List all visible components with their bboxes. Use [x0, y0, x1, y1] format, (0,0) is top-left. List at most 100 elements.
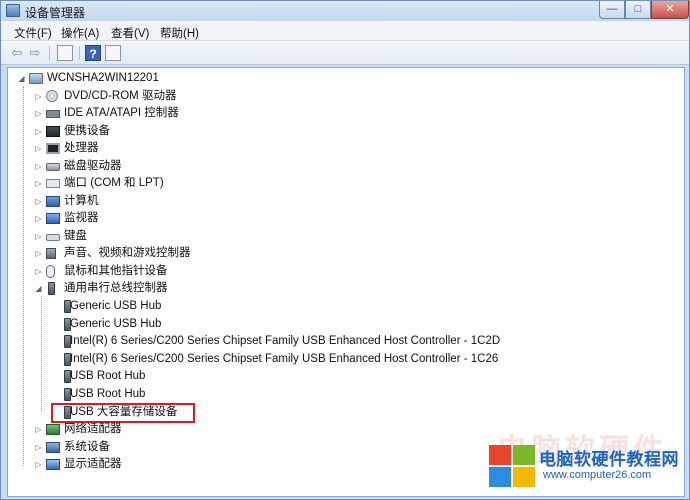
tree-item-label: 网络适配器: [64, 423, 122, 435]
tree-item-hdd[interactable]: ▷ 磁盘驱动器: [34, 158, 434, 175]
tree-root-label: WCNSHA2WIN12201: [47, 72, 159, 84]
expand-toggle-icon[interactable]: ▷: [34, 123, 43, 140]
tree-item-ide[interactable]: ▷ IDE ATA/ATAPI 控制器: [34, 105, 434, 122]
ide-icon: [46, 110, 60, 118]
tree-item-usb-device[interactable]: USB Root Hub: [50, 368, 670, 385]
tree-item-cpu[interactable]: ▷ 处理器: [34, 140, 434, 157]
usb-icon: [48, 282, 55, 295]
tree-item-usb-device[interactable]: Generic USB Hub: [50, 298, 670, 315]
title-bar[interactable]: 设备管理器 — □ ✕: [1, 1, 689, 21]
port-icon: [46, 179, 60, 188]
expand-toggle-icon[interactable]: ▷: [34, 439, 43, 456]
tree-item-label: 系统设备: [64, 441, 110, 453]
menu-help[interactable]: 帮助(H): [160, 25, 199, 41]
expand-toggle-icon[interactable]: ▷: [34, 456, 43, 473]
menu-file[interactable]: 文件(F): [14, 25, 52, 41]
toolbar-separator: [49, 46, 50, 60]
tree-item-label: 通用串行总线控制器: [64, 282, 168, 294]
computer-icon: [29, 73, 43, 84]
logo-red-square: [489, 445, 511, 465]
portable-icon: [46, 126, 60, 137]
tree-item-label: Generic USB Hub: [70, 318, 162, 330]
expand-toggle-icon[interactable]: ▷: [34, 421, 43, 438]
disc-icon: [46, 90, 58, 102]
tree-item-label: 鼠标和其他指针设备: [64, 265, 168, 277]
watermark-url: www.computer26.com: [543, 469, 652, 481]
expand-toggle-icon[interactable]: ◢: [17, 70, 26, 87]
tree-guide-line: [23, 86, 24, 466]
watermark-title: 电脑软硬件教程网: [539, 450, 679, 469]
tree-root[interactable]: ◢ WCNSHA2WIN12201: [17, 70, 217, 87]
tree-item-usb-device[interactable]: USB Root Hub: [50, 386, 670, 403]
expand-toggle-icon[interactable]: ▷: [34, 88, 43, 105]
tree-item-label: USB Root Hub: [70, 370, 146, 382]
minimize-button[interactable]: —: [599, 1, 625, 19]
window-title: 设备管理器: [25, 6, 86, 20]
logo-blue-square: [489, 467, 511, 487]
tree-item-mouse[interactable]: ▷ 鼠标和其他指针设备: [34, 263, 434, 280]
expand-toggle-icon[interactable]: ◢: [34, 280, 43, 297]
maximize-button[interactable]: □: [625, 1, 651, 19]
watermark: 电脑软硬件 电脑软硬件教程网 www.computer26.com: [487, 434, 687, 493]
toolbar: ⇦ ⇨ ?: [1, 41, 689, 65]
menu-bar: 文件(F) 操作(A) 查看(V) 帮助(H): [1, 21, 689, 41]
tree-item-label: Intel(R) 6 Series/C200 Series Chipset Fa…: [70, 353, 499, 365]
menu-view[interactable]: 查看(V): [111, 25, 149, 41]
expand-toggle-icon[interactable]: ▷: [34, 175, 43, 192]
tree-item-label: 显示适配器: [64, 458, 122, 470]
monitor-icon: [46, 213, 60, 224]
tree-item-label: Intel(R) 6 Series/C200 Series Chipset Fa…: [70, 335, 501, 347]
expand-toggle-icon[interactable]: ▷: [34, 263, 43, 280]
highlight-box: [51, 403, 195, 423]
tree-item-network[interactable]: ▷ 网络适配器: [34, 421, 434, 438]
tree-item-portable[interactable]: ▷ 便携设备: [34, 123, 434, 140]
tree-item-computer[interactable]: ▷ 计算机: [34, 193, 434, 210]
logo-green-square: [513, 445, 535, 465]
device-manager-icon: [6, 4, 20, 17]
tree-item-label: IDE ATA/ATAPI 控制器: [64, 107, 179, 119]
hdd-icon: [46, 163, 60, 171]
tree-item-sound[interactable]: ▷ 声音、视频和游戏控制器: [34, 245, 434, 262]
expand-toggle-icon[interactable]: ▷: [34, 105, 43, 122]
tree-item-port[interactable]: ▷ 端口 (COM 和 LPT): [34, 175, 434, 192]
tree-item-label: Generic USB Hub: [70, 300, 162, 312]
tree-item-label: 键盘: [64, 230, 87, 242]
tree-item-label: USB Root Hub: [70, 388, 146, 400]
tree-item-usb-device[interactable]: Generic USB Hub: [50, 316, 670, 333]
cpu-icon: [46, 143, 60, 154]
tree-item-system[interactable]: ▷ 系统设备: [34, 439, 434, 456]
tree-item-label: 端口 (COM 和 LPT): [64, 177, 164, 189]
tree-item-label: 监视器: [64, 212, 99, 224]
expand-toggle-icon[interactable]: ▷: [34, 228, 43, 245]
show-hidden-icon[interactable]: [105, 45, 121, 61]
tree-item-usb-controllers[interactable]: ◢ 通用串行总线控制器: [34, 280, 434, 297]
network-icon: [46, 424, 60, 435]
tree-item-label: 声音、视频和游戏控制器: [64, 247, 191, 259]
properties-icon[interactable]: [57, 45, 73, 61]
back-arrow-icon[interactable]: ⇦: [9, 45, 25, 61]
expand-toggle-icon[interactable]: ▷: [34, 140, 43, 157]
tree-item-display[interactable]: ▷ 显示适配器: [34, 456, 434, 473]
tree-item-monitor[interactable]: ▷ 监视器: [34, 210, 434, 227]
expand-toggle-icon[interactable]: ▷: [34, 210, 43, 227]
display-icon: [46, 459, 60, 470]
expand-toggle-icon[interactable]: ▷: [34, 193, 43, 210]
close-button[interactable]: ✕: [651, 1, 689, 19]
tree-item-usb-device[interactable]: Intel(R) 6 Series/C200 Series Chipset Fa…: [50, 333, 670, 350]
speaker-icon: [46, 248, 56, 259]
toolbar-separator: [79, 46, 80, 60]
menu-action[interactable]: 操作(A): [61, 25, 99, 41]
tree-item-usb-device[interactable]: Intel(R) 6 Series/C200 Series Chipset Fa…: [50, 351, 670, 368]
device-manager-window: 设备管理器 — □ ✕ 文件(F) 操作(A) 查看(V) 帮助(H) ⇦ ⇨ …: [0, 0, 690, 500]
tree-item-label: DVD/CD-ROM 驱动器: [64, 90, 177, 102]
expand-toggle-icon[interactable]: ▷: [34, 245, 43, 262]
help-icon[interactable]: ?: [85, 45, 101, 61]
expand-toggle-icon[interactable]: ▷: [34, 158, 43, 175]
tree-guide-line: [41, 296, 42, 411]
tree-item-label: 便携设备: [64, 125, 110, 137]
tree-item-dvd[interactable]: ▷ DVD/CD-ROM 驱动器: [34, 88, 434, 105]
forward-arrow-icon[interactable]: ⇨: [27, 45, 43, 61]
tree-item-label: 磁盘驱动器: [64, 160, 122, 172]
tree-item-keyboard[interactable]: ▷ 键盘: [34, 228, 434, 245]
tree-item-label: 计算机: [64, 195, 99, 207]
